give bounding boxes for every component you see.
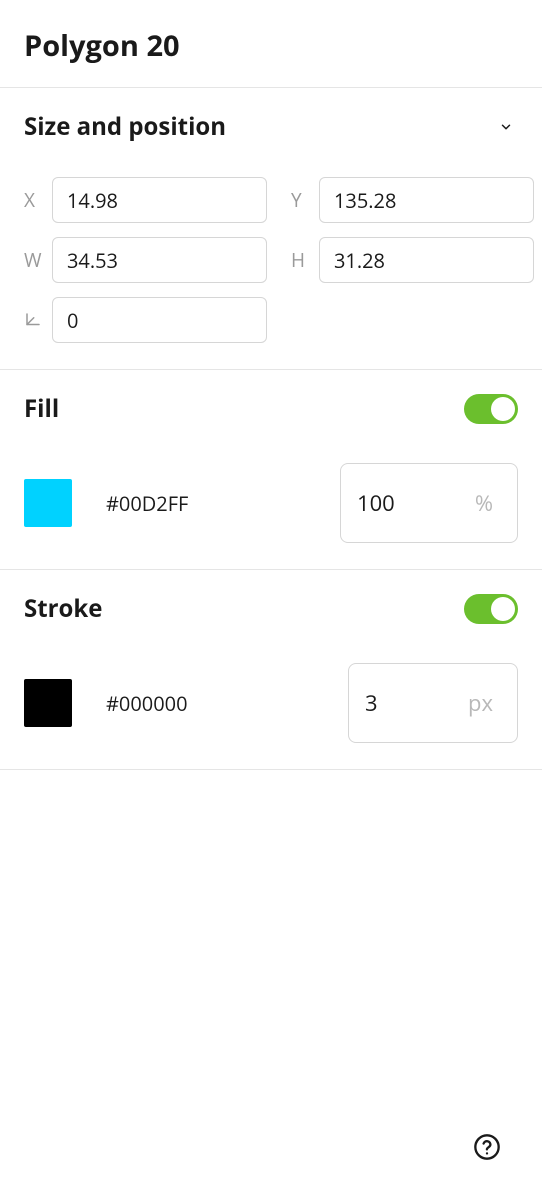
divider [0,769,542,770]
input-rotation[interactable] [52,297,267,343]
stroke-width-unit: px [468,688,493,718]
label-h: H [291,247,309,273]
section-size-position: Size and position X Y W H [0,87,542,369]
input-h[interactable] [319,237,534,283]
stroke-width-input[interactable] [365,688,425,718]
section-title-fill: Fill [24,392,59,425]
label-x: X [24,187,42,213]
panel-title: Polygon 20 [0,0,542,87]
input-x[interactable] [52,177,267,223]
section-title-size-position: Size and position [24,110,226,143]
help-icon[interactable] [472,1132,502,1162]
fill-toggle[interactable] [464,394,518,424]
stroke-color-hex: #000000 [106,690,188,717]
stroke-toggle[interactable] [464,594,518,624]
size-position-fields: X Y W H [24,177,518,343]
input-w[interactable] [52,237,267,283]
section-stroke: Stroke #000000 px [0,569,542,769]
label-y: Y [291,187,309,213]
stroke-width-box: px [348,663,518,743]
fill-opacity-box: % [340,463,518,543]
fill-opacity-input[interactable] [357,488,417,518]
section-header-size-position[interactable]: Size and position [24,110,518,143]
stroke-color-swatch[interactable] [24,679,72,727]
fill-color-swatch[interactable] [24,479,72,527]
label-w: W [24,247,42,273]
rotation-icon [24,311,42,329]
section-fill: Fill #00D2FF % [0,369,542,569]
fill-color-hex: #00D2FF [106,490,188,517]
chevron-down-icon[interactable] [498,119,514,135]
section-title-stroke: Stroke [24,592,102,625]
fill-opacity-unit: % [475,488,493,518]
input-y[interactable] [319,177,534,223]
